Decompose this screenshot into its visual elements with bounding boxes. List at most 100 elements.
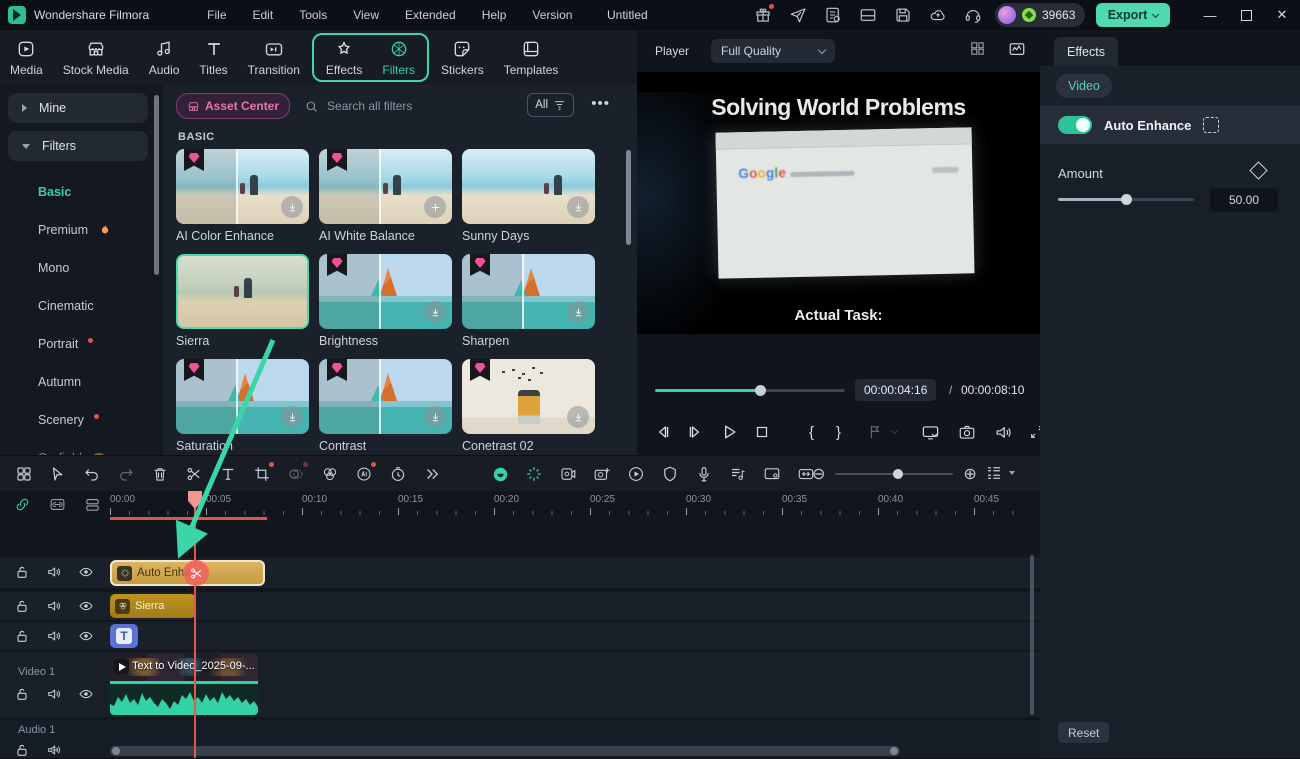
text-tool-icon[interactable] bbox=[218, 464, 238, 484]
mute-icon[interactable] bbox=[46, 628, 62, 644]
visibility-icon[interactable] bbox=[78, 686, 94, 702]
release-notes-icon[interactable] bbox=[822, 4, 844, 26]
lock-icon[interactable] bbox=[14, 686, 30, 702]
filter-card-sunny-days[interactable]: Sunny Days bbox=[462, 149, 595, 243]
link-clips-icon[interactable] bbox=[49, 496, 66, 513]
track-manager-button[interactable] bbox=[985, 464, 1015, 482]
voiceover-icon[interactable] bbox=[694, 464, 714, 484]
video-subtab[interactable]: Video bbox=[1056, 74, 1112, 98]
current-timecode[interactable]: 00:00:04:16 bbox=[855, 379, 937, 401]
color-wheels-icon[interactable] bbox=[320, 464, 340, 484]
search-input[interactable]: Search all filters bbox=[304, 99, 412, 114]
timeline-vertical-scrollbar[interactable] bbox=[1030, 555, 1034, 715]
snapshot-button[interactable] bbox=[958, 418, 976, 446]
marker-button[interactable] bbox=[867, 418, 899, 446]
playhead-line[interactable] bbox=[194, 493, 196, 758]
add-track-button[interactable]: + bbox=[50, 742, 59, 759]
quality-dropdown[interactable]: Full Quality bbox=[711, 39, 836, 63]
play-button[interactable] bbox=[719, 418, 739, 446]
previous-frame-button[interactable] bbox=[653, 418, 673, 446]
sidebar-item-basic[interactable]: Basic bbox=[38, 185, 163, 199]
share-icon[interactable] bbox=[787, 4, 809, 26]
tab-media[interactable]: Media bbox=[0, 38, 53, 77]
filter-card-brightness[interactable]: Brightness bbox=[319, 254, 452, 348]
mute-icon[interactable] bbox=[46, 564, 62, 580]
download-icon[interactable] bbox=[567, 301, 589, 323]
auto-ripple-icon[interactable] bbox=[14, 496, 31, 513]
close-button[interactable]: ✕ bbox=[1264, 0, 1300, 30]
visibility-icon[interactable] bbox=[78, 564, 94, 580]
filter-card-conetrast-02[interactable]: Conetrast 02 bbox=[462, 359, 595, 453]
reset-button[interactable]: Reset bbox=[1058, 722, 1110, 743]
lock-icon[interactable] bbox=[14, 598, 30, 614]
filter-all-button[interactable]: All bbox=[527, 93, 574, 117]
sidebar-item-portrait[interactable]: Portrait bbox=[38, 337, 163, 351]
speed-icon[interactable] bbox=[388, 464, 408, 484]
scopes-icon[interactable] bbox=[1008, 40, 1026, 58]
select-tool-icon[interactable] bbox=[48, 464, 68, 484]
clip-sierra[interactable]: Sierra bbox=[110, 594, 196, 618]
volume-button[interactable] bbox=[994, 418, 1013, 446]
mute-icon[interactable] bbox=[46, 686, 62, 702]
more-options-icon[interactable]: ••• bbox=[591, 95, 610, 112]
visibility-icon[interactable] bbox=[78, 628, 94, 644]
visibility-icon[interactable] bbox=[78, 598, 94, 614]
mask-icon[interactable] bbox=[286, 462, 308, 484]
sidebar-item-scenery[interactable]: Scenery bbox=[38, 413, 163, 427]
sidebar-scrollbar[interactable] bbox=[154, 95, 159, 275]
video-preview[interactable]: Solving World Problems Google Actual Tas… bbox=[637, 72, 1040, 334]
clip-text[interactable]: T bbox=[110, 624, 138, 648]
tab-stock-media[interactable]: Stock Media bbox=[53, 38, 139, 77]
sidebar-group-filters[interactable]: Filters bbox=[8, 131, 148, 161]
tab-effects-properties[interactable]: Effects bbox=[1054, 37, 1118, 66]
menu-tools[interactable]: Tools bbox=[299, 8, 327, 22]
sidebar-item-premium[interactable]: Premium bbox=[38, 223, 163, 237]
mark-out-button[interactable]: } bbox=[836, 418, 841, 446]
download-icon[interactable] bbox=[567, 196, 589, 218]
more-tools-icon[interactable] bbox=[422, 464, 442, 484]
download-icon[interactable] bbox=[424, 301, 446, 323]
keyframe-diamond-icon[interactable] bbox=[1249, 161, 1268, 180]
screen-record-icon[interactable] bbox=[762, 464, 782, 484]
mark-in-button[interactable]: { bbox=[809, 418, 814, 446]
download-icon[interactable] bbox=[281, 196, 303, 218]
menu-version[interactable]: Version bbox=[532, 8, 572, 22]
lock-icon[interactable] bbox=[14, 564, 30, 580]
add-camera-icon[interactable] bbox=[592, 464, 612, 484]
undo-icon[interactable] bbox=[82, 464, 102, 484]
audio-mixer-icon[interactable] bbox=[728, 464, 748, 484]
delete-icon[interactable] bbox=[150, 464, 170, 484]
amount-value-field[interactable]: 50.00 bbox=[1210, 188, 1278, 212]
progress-handle[interactable] bbox=[755, 385, 766, 396]
support-icon[interactable] bbox=[962, 4, 984, 26]
download-icon[interactable] bbox=[424, 406, 446, 428]
cut-scissors-icon[interactable] bbox=[183, 560, 209, 586]
download-icon[interactable] bbox=[567, 406, 589, 428]
tab-effects[interactable]: Effects bbox=[316, 38, 372, 77]
stop-button[interactable] bbox=[753, 418, 771, 446]
playhead-marker[interactable] bbox=[188, 491, 202, 509]
workspace-layout-icon[interactable] bbox=[14, 464, 34, 484]
timeline-zoom-slider[interactable] bbox=[835, 468, 954, 479]
timeline-horizontal-scrollbar[interactable] bbox=[110, 746, 900, 756]
mute-icon[interactable] bbox=[46, 598, 62, 614]
tab-filters[interactable]: Filters bbox=[372, 38, 425, 77]
tab-templates[interactable]: Templates bbox=[494, 38, 569, 77]
tab-transition[interactable]: Transition bbox=[238, 38, 310, 77]
tab-audio[interactable]: Audio bbox=[139, 38, 190, 77]
next-frame-button[interactable] bbox=[685, 418, 705, 446]
track-height-icon[interactable] bbox=[84, 496, 101, 513]
multi-view-icon[interactable] bbox=[969, 40, 986, 57]
menu-file[interactable]: File bbox=[207, 8, 226, 22]
selected-filter-thumbnail[interactable] bbox=[176, 254, 309, 329]
menu-extended[interactable]: Extended bbox=[405, 8, 456, 22]
crop-icon[interactable] bbox=[252, 462, 274, 484]
menu-view[interactable]: View bbox=[353, 8, 379, 22]
gift-icon[interactable] bbox=[752, 4, 774, 26]
playback-progress-bar[interactable] bbox=[655, 385, 845, 396]
sidebar-item-cinematic[interactable]: Cinematic bbox=[38, 299, 163, 313]
clip-text-to-video[interactable]: Text to Video_2025-09-... bbox=[110, 654, 258, 715]
preview-clip-icon[interactable] bbox=[626, 464, 646, 484]
amount-slider-handle[interactable] bbox=[1121, 194, 1132, 205]
safe-area-icon[interactable] bbox=[660, 464, 680, 484]
